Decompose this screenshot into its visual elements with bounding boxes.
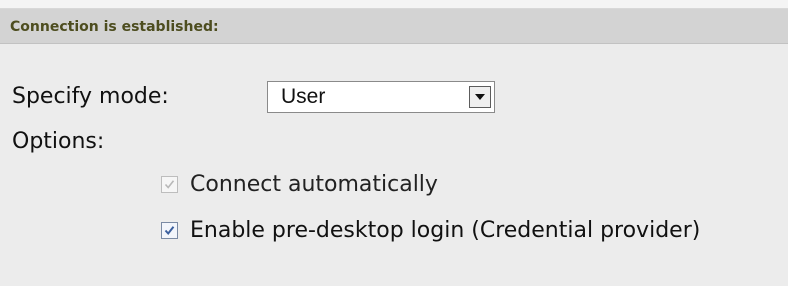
pre-desktop-login-label: Enable pre-desktop login (Credential pro…: [190, 218, 701, 243]
checkmark-icon: [164, 180, 175, 189]
panel-top-border: [0, 0, 788, 9]
mode-select-value: User: [281, 85, 326, 108]
mode-select[interactable]: User: [267, 81, 495, 113]
specify-mode-label: Specify mode:: [12, 84, 169, 109]
checkmark-icon: [164, 226, 175, 236]
section-title: Connection is established:: [10, 19, 219, 35]
pre-desktop-login-checkbox[interactable]: [161, 222, 178, 239]
dropdown-button[interactable]: [469, 86, 491, 108]
chevron-down-icon: [475, 94, 485, 100]
section-header: Connection is established:: [0, 9, 788, 44]
options-label: Options:: [12, 129, 105, 154]
connection-panel: Connection is established: Specify mode:…: [0, 0, 788, 286]
connect-automatically-checkbox[interactable]: [161, 176, 178, 193]
connect-automatically-label: Connect automatically: [190, 172, 438, 197]
